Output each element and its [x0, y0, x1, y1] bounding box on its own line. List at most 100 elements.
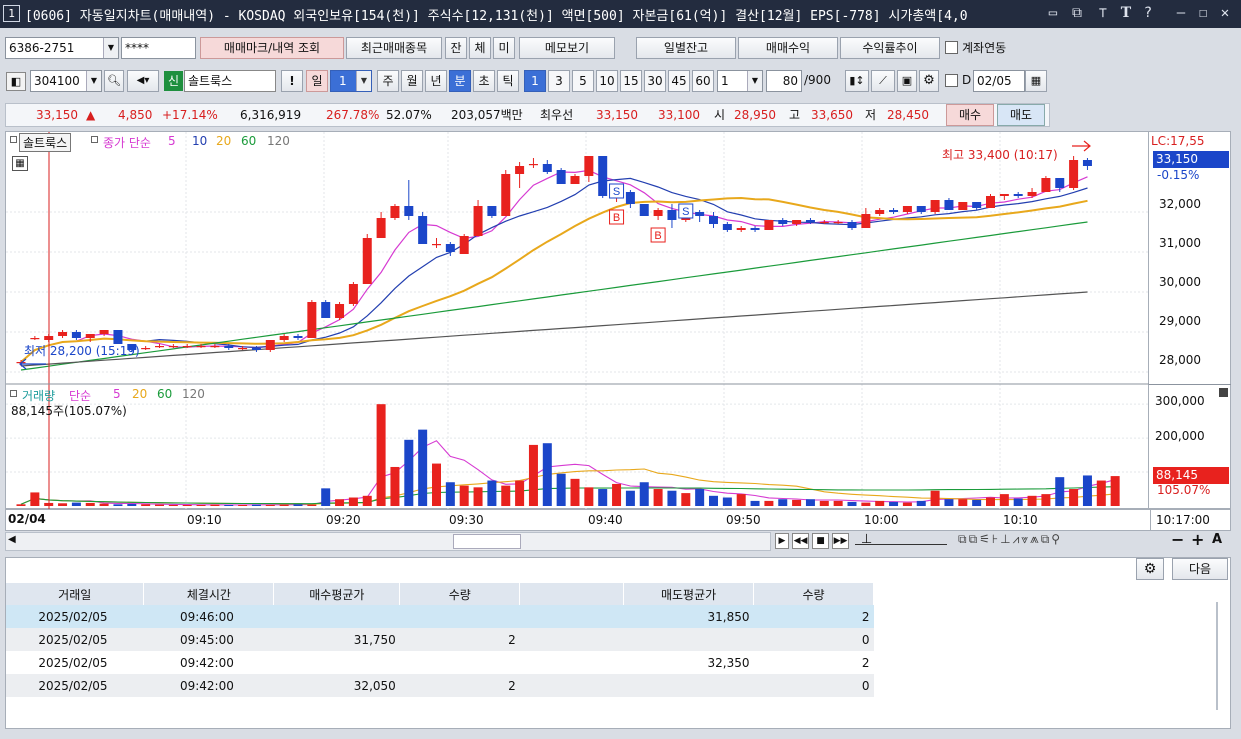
minute-15-button[interactable]: 15 [620, 70, 642, 92]
chevron-down-icon[interactable]: ▼ [747, 71, 762, 91]
chart-scrollbar[interactable]: ◀ [5, 532, 771, 551]
warning-button[interactable]: ! [281, 70, 303, 92]
daily-balance-button[interactable]: 일별잔고 [636, 37, 736, 59]
candle-body [542, 164, 552, 172]
chevron-down-icon[interactable]: ▼ [356, 71, 371, 91]
table-row[interactable]: 2025/02/05 09:42:00 32,350 2 [6, 651, 874, 674]
period-tick-button[interactable]: 틱 [497, 70, 519, 92]
gear-icon[interactable]: ⚙ [919, 70, 939, 92]
slider-handle-icon[interactable]: ⊥ [861, 532, 872, 547]
drawing-tools-icons[interactable]: ⧉⧉⚟⊦⊥⩘⩔⩕⧉⚲ [958, 532, 1062, 547]
table-row[interactable]: 2025/02/05 09:46:00 31,850 2 [6, 605, 874, 628]
scroll-left-icon[interactable]: ◀ [8, 534, 16, 545]
period-day-button[interactable]: 일 [306, 70, 328, 92]
trade-mark-label: S [682, 206, 689, 218]
volume-toggle-icon[interactable] [10, 390, 17, 397]
cascade-icon[interactable]: ⧉ [1067, 3, 1087, 23]
save-icon[interactable]: ▣ [897, 70, 917, 92]
trade-profit-button[interactable]: 매매수익 [738, 37, 838, 59]
day-count-combo[interactable]: 1 ▼ [330, 70, 372, 92]
recent-trades-button[interactable]: 최근매매종목 [346, 37, 442, 59]
volume-bar [418, 429, 428, 506]
volume-bar [709, 495, 718, 506]
date-checkbox[interactable] [945, 74, 958, 87]
view-count-input[interactable]: 80 [766, 70, 802, 92]
period-month-button[interactable]: 월 [401, 70, 423, 92]
window-layout-icon[interactable]: ◧ [6, 72, 26, 91]
stock-code-combo[interactable]: 304100 ▼ [30, 70, 102, 92]
help-icon[interactable]: ? [1138, 3, 1158, 23]
minute-60-button[interactable]: 60 [692, 70, 714, 92]
next-page-button[interactable]: 다음 [1172, 558, 1228, 580]
buy-button[interactable]: 매수 [946, 104, 994, 126]
trend-line-icon[interactable]: ⟋ [871, 70, 895, 92]
rewind-icon[interactable]: ◀◀ [792, 533, 809, 549]
memo-button[interactable]: 메모보기 [519, 37, 615, 59]
candle-body [1027, 192, 1037, 196]
chevron-down-icon[interactable]: ▼ [86, 71, 101, 91]
close-icon[interactable]: ✕ [1215, 3, 1235, 23]
password-field[interactable]: **** [121, 37, 196, 59]
lc-label: LC:17,55 [1151, 134, 1205, 148]
cell-sell-qty: 0 [861, 632, 870, 647]
period-second-button[interactable]: 초 [473, 70, 495, 92]
search-icon[interactable]: 🔍︎ [104, 70, 124, 92]
zoom-out-icon[interactable]: − [1171, 530, 1184, 549]
candle-body [778, 220, 788, 224]
candle-body [528, 164, 538, 166]
play-icon[interactable]: ▶ [775, 533, 789, 549]
minimize-icon[interactable]: — [1171, 3, 1191, 23]
period-minute-button[interactable]: 분 [449, 70, 471, 92]
x-tick: 09:20 [326, 513, 361, 527]
unfilled-button[interactable]: 미 [493, 37, 515, 59]
table-row[interactable]: 2025/02/05 09:45:00 31,750 2 0 [6, 628, 874, 651]
account-link-checkbox[interactable] [945, 41, 958, 54]
font-icon[interactable]: T [1116, 3, 1136, 23]
executed-button[interactable]: 체 [469, 37, 491, 59]
period-year-button[interactable]: 년 [425, 70, 447, 92]
chart-type-icon[interactable]: ▮↕ [845, 70, 869, 92]
volume-ma60-legend: 60 [157, 387, 173, 401]
ma-toggle-icon[interactable] [91, 136, 98, 143]
restore-icon[interactable]: ▭ [1043, 3, 1063, 23]
maximize-icon[interactable]: ☐ [1193, 3, 1213, 23]
zoom-in-icon[interactable]: + [1191, 530, 1204, 549]
pane-collapse-icon[interactable] [1219, 388, 1228, 397]
price-series-name[interactable]: 솔트룩스 [19, 133, 72, 152]
balance-button[interactable]: 잔 [445, 37, 467, 59]
fast-forward-icon[interactable]: ▶▶ [832, 533, 849, 549]
trade-mark-query-button[interactable]: 매매마크/내역 조회 [200, 37, 344, 59]
scroll-thumb[interactable] [453, 534, 521, 549]
account-link-label: 계좌연동 [962, 41, 1007, 55]
x-tick: 09:30 [449, 513, 484, 527]
interval-combo[interactable]: 1 ▼ [717, 70, 763, 92]
table-view-icon[interactable]: ▦ [12, 156, 28, 171]
chart-area[interactable]: S B S B 솔트룩스 종가 단순 5 10 20 60 120 ▦ 최고 33,4… [5, 131, 1150, 510]
chevron-down-icon[interactable]: ▼ [103, 38, 118, 58]
pane-toggle-icon[interactable] [10, 136, 17, 143]
minute-30-button[interactable]: 30 [644, 70, 666, 92]
volume-ma120-legend: 120 [182, 387, 205, 401]
return-trend-button[interactable]: 수익률추이 [840, 37, 940, 59]
sell-button[interactable]: 매도 [997, 104, 1045, 126]
minute-45-button[interactable]: 45 [668, 70, 690, 92]
y-axis[interactable]: LC:17,55 33,150 -0.15% 32,000 31,000 30,… [1149, 131, 1231, 509]
stop-icon[interactable]: ■ [812, 533, 829, 549]
volume-bar [584, 487, 594, 506]
sound-icon[interactable]: ◀▾ [127, 70, 159, 92]
pin-icon[interactable]: ⊤ [1093, 3, 1113, 23]
gear-icon[interactable]: ⚙ [1136, 558, 1164, 580]
grid-scrollbar[interactable] [1216, 602, 1218, 710]
stock-name-field[interactable]: 솔트룩스 [184, 70, 276, 92]
minute-3-button[interactable]: 3 [548, 70, 570, 92]
account-combo[interactable]: 6386-2751 ▼ [5, 37, 119, 59]
table-row[interactable]: 2025/02/05 09:42:00 32,050 2 0 [6, 674, 874, 697]
date-input[interactable]: 02/05 [973, 70, 1025, 92]
font-size-icon[interactable]: A [1212, 532, 1222, 547]
minute-10-button[interactable]: 10 [596, 70, 618, 92]
minute-1-button[interactable]: 1 [524, 70, 546, 92]
period-week-button[interactable]: 주 [377, 70, 399, 92]
minute-5-button[interactable]: 5 [572, 70, 594, 92]
calendar-icon[interactable]: ▦ [1025, 70, 1047, 92]
candle-body [999, 194, 1009, 196]
